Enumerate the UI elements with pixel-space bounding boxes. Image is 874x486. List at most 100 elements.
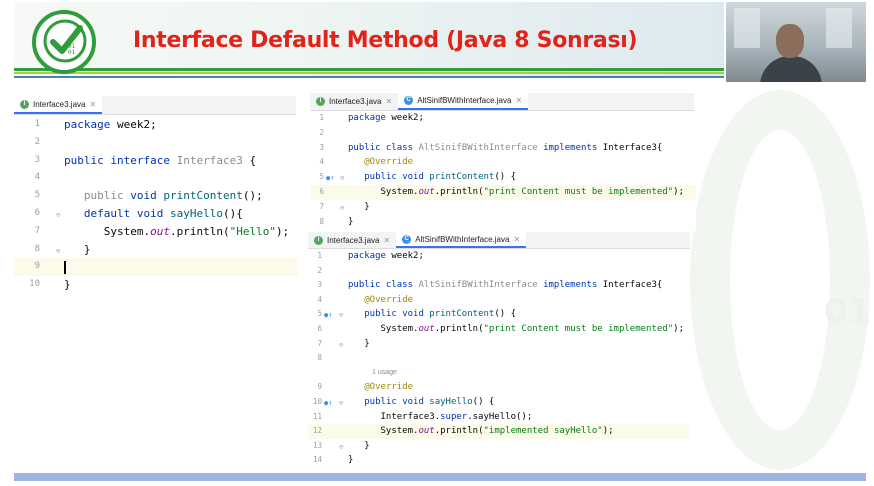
left-code-editor[interactable]: 1 package week2; 2 3 public interface Inte… [14, 116, 298, 296]
code-line: 5 public void printContent(); [14, 187, 298, 205]
line-number: 5 [317, 309, 322, 319]
fold-icon[interactable]: ⊖ [340, 201, 344, 216]
tab-interface3[interactable]: I Interface3.java ✕ [310, 93, 398, 110]
code-text: public void printContent(); [83, 189, 263, 203]
presenter-head [776, 24, 804, 58]
code-text: } [348, 455, 354, 466]
line-number: 6 [319, 186, 324, 196]
fold-icon[interactable]: ⊖ [340, 171, 344, 186]
line-number: 2 [319, 127, 324, 137]
line-number: 8 [317, 353, 322, 363]
code-line: 1 package week2; [308, 249, 690, 264]
line-number: 12 [312, 426, 322, 436]
line-number: 4 [34, 172, 40, 183]
code-text: public void sayHello() { [364, 396, 495, 407]
code-line: 4 [14, 169, 298, 187]
code-line: 6 System.out.println("print Content must… [308, 322, 690, 337]
code-line: 8 [308, 351, 690, 366]
close-icon[interactable]: ✕ [383, 236, 390, 245]
code-text: } [64, 278, 71, 292]
close-icon[interactable]: ✕ [513, 235, 520, 244]
line-number: 6 [317, 323, 322, 333]
code-line: 14} [308, 453, 690, 468]
code-line: 7 ⊖ } [310, 200, 696, 215]
code-line: 7 System.out.println("Hello"); [14, 223, 298, 241]
close-icon[interactable]: ✕ [385, 97, 392, 106]
line-number: 9 [317, 382, 322, 392]
code-text: } [348, 338, 370, 349]
overrides-gutter-icon[interactable]: ●↑ [324, 396, 332, 411]
code-text: } [348, 201, 370, 212]
code-line: 8} [310, 215, 696, 230]
implements-gutter-icon[interactable]: ●↑ [324, 308, 332, 323]
code-line-current: 12 System.out.println("implemented sayHe… [308, 424, 690, 439]
class-file-icon: C [404, 96, 414, 105]
logo-binary-digits: 01 01 [68, 44, 75, 56]
code-text: } [64, 242, 91, 256]
code-line-current: 9 [14, 258, 298, 277]
presenter-webcam [726, 2, 866, 82]
line-number: 7 [34, 225, 40, 236]
code-text: System.out.println("print Content must b… [348, 186, 685, 197]
line-number: 6 [34, 207, 40, 218]
bottom-right-code-editor[interactable]: 1 package week2; 2 3 public class AltSinif… [308, 249, 690, 471]
tab-label: Interface3.java [33, 99, 86, 109]
fold-icon[interactable]: ⊖ [339, 396, 343, 411]
banner-stripe-blue [14, 76, 724, 78]
checkmark-logo-icon [32, 10, 96, 74]
fold-icon[interactable]: ⊖ [339, 338, 343, 353]
code-line: 2 [308, 264, 690, 279]
code-text: System.out.println("implemented sayHello… [348, 426, 614, 437]
background-watermark-ring [690, 90, 870, 470]
checkmark-icon [43, 19, 87, 63]
top-right-code-editor[interactable]: 1 package week2; 2 3 public class AltSinif… [310, 111, 696, 231]
line-number: 7 [319, 201, 324, 211]
interface-file-icon: I [20, 99, 29, 109]
code-text: public class AltSinifBWithInterface impl… [348, 142, 663, 153]
code-text: public void printContent() { [364, 309, 517, 320]
line-number: 8 [319, 216, 324, 226]
tab-interface3[interactable]: I Interface3.java ✕ [308, 232, 396, 248]
line-number: 3 [319, 142, 324, 152]
tab-altsinifbwithinterface[interactable]: C AltSinifBWithInterface.java ✕ [396, 232, 527, 248]
code-text: System.out.println("print Content must b… [348, 323, 685, 334]
code-line: 8 ⊖ } [14, 241, 298, 259]
close-icon[interactable]: ✕ [89, 100, 96, 109]
code-line: 1 package week2; [310, 111, 696, 126]
interface-file-icon: I [316, 97, 325, 106]
code-text: } [348, 216, 354, 227]
tab-label: AltSinifBWithInterface.java [417, 96, 512, 105]
line-number: 4 [317, 294, 322, 304]
line-number: 10 [29, 279, 40, 290]
implements-gutter-icon[interactable]: ●↑ [326, 171, 334, 186]
line-number: 2 [34, 136, 40, 147]
tab-interface3[interactable]: I Interface3.java ✕ [14, 96, 103, 114]
code-line: 9 @Override [308, 380, 690, 395]
line-number: 11 [312, 411, 322, 421]
interface-file-icon: I [314, 235, 323, 245]
webcam-window-light [734, 8, 760, 48]
line-number: 3 [317, 280, 322, 290]
code-text: @Override [364, 157, 414, 168]
class-file-icon: C [402, 234, 412, 244]
code-text: public interface Interface3 { [64, 153, 257, 167]
code-line: 1 package week2; [14, 116, 298, 134]
close-icon[interactable]: ✕ [515, 96, 522, 105]
code-text: default void sayHello(){ [83, 206, 243, 220]
code-line: 3 public class AltSinifBWithInterface imp… [310, 141, 696, 156]
tab-altsinifbwithinterface[interactable]: C AltSinifBWithInterface.java ✕ [398, 93, 529, 110]
line-number: 9 [34, 261, 40, 272]
code-line: 3 public interface Interface3 { [14, 152, 298, 170]
usage-hint[interactable]: 1 usage [372, 366, 397, 381]
code-text: public class AltSinifBWithInterface impl… [348, 280, 663, 291]
code-line: 11 Interface3.super.sayHello(); [308, 410, 690, 425]
line-number: 4 [319, 157, 324, 167]
fold-icon[interactable]: ⊖ [339, 308, 343, 323]
fold-icon[interactable]: ⊖ [339, 440, 343, 455]
code-line-current: 6 System.out.println("print Content must… [310, 184, 696, 200]
code-line: 7 ⊖ } [308, 337, 690, 352]
code-line: 5 ●↑ ⊖ public void printContent() { [308, 307, 690, 322]
banner-stripe-green [14, 68, 724, 71]
slide-bottom-bar [14, 473, 866, 481]
line-number: 1 [317, 251, 322, 260]
